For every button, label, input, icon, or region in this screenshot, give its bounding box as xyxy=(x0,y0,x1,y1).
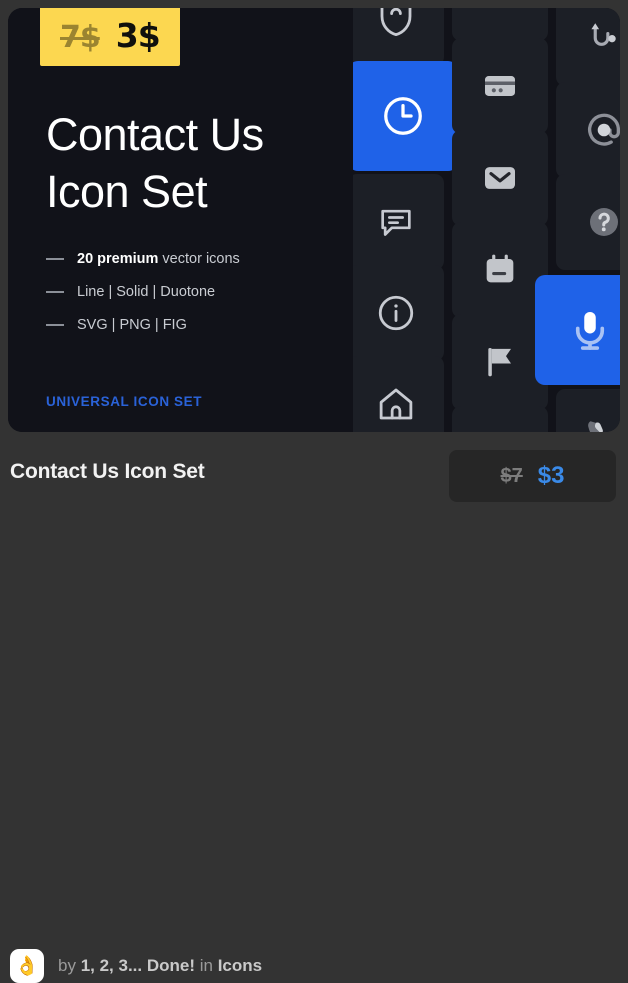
card-headline: Contact Us Icon Set xyxy=(46,106,336,220)
at-sign-icon xyxy=(588,113,620,146)
icon-tile-credit-card xyxy=(452,38,548,134)
feature-label: 20 premium vector icons xyxy=(77,251,240,267)
shield-icon xyxy=(380,8,412,37)
avatar[interactable]: 👌 xyxy=(10,949,44,983)
feature-list: 20 premium vector icons Line | Solid | Du… xyxy=(46,251,346,350)
question-mark-icon xyxy=(590,208,618,236)
icon-tile-top-partial xyxy=(452,8,548,41)
promo-old-price: 7$ xyxy=(60,20,101,55)
icon-tile-shield xyxy=(348,8,444,66)
meta-bar: Contact Us Icon Set $7 $3 👌 by 1, 2, 3..… xyxy=(0,432,628,983)
author-row: 👌 by 1, 2, 3... Done! in Icons xyxy=(10,949,262,983)
phone-icon xyxy=(588,421,603,432)
icon-tile-info xyxy=(348,265,444,361)
feature-item: Line | Solid | Duotone xyxy=(46,284,346,300)
icon-tile-bottom-partial xyxy=(452,406,548,432)
calendar-icon xyxy=(486,254,514,283)
icon-tile-envelope xyxy=(452,130,548,226)
feature-item: 20 premium vector icons xyxy=(46,251,346,267)
icon-tile-route xyxy=(556,8,620,86)
dash-icon xyxy=(46,258,64,260)
feature-item: SVG | PNG | FIG xyxy=(46,317,346,333)
envelope-icon xyxy=(485,167,515,189)
author-name[interactable]: 1, 2, 3... Done! xyxy=(81,956,195,975)
dash-icon xyxy=(46,324,64,326)
dash-icon xyxy=(46,291,64,293)
microphone-icon xyxy=(575,311,605,350)
icon-tile-microphone-highlighted[interactable] xyxy=(535,275,620,385)
feature-label: SVG | PNG | FIG xyxy=(77,317,187,333)
feature-label: Line | Solid | Duotone xyxy=(77,284,216,300)
card-tagline: UNIVERSAL ICON SET xyxy=(46,394,203,409)
credit-card-icon xyxy=(485,76,515,96)
card-headline-line-1: Icon Set xyxy=(46,166,208,218)
icon-tile-flag xyxy=(452,314,548,410)
icon-tile-phone xyxy=(556,389,620,432)
icon-grid xyxy=(348,8,620,432)
icon-tile-question-mark xyxy=(556,174,620,270)
info-circle-icon xyxy=(378,295,414,331)
info-panel: 7$ 3$ Contact Us Icon Set 20 premium vect… xyxy=(8,8,353,432)
icon-tile-home xyxy=(348,356,444,432)
icon-tile-at-sign xyxy=(556,82,620,178)
new-price: $3 xyxy=(537,462,565,489)
price-button[interactable]: $7 $3 xyxy=(449,450,616,502)
flag-icon xyxy=(488,348,511,377)
old-price: $7 xyxy=(500,464,523,487)
category-link[interactable]: Icons xyxy=(218,956,262,975)
clock-icon xyxy=(384,97,422,135)
card-headline-line-0: Contact Us xyxy=(46,109,264,160)
byline: by 1, 2, 3... Done! in Icons xyxy=(58,956,263,975)
promo-new-price: 3$ xyxy=(115,16,161,55)
product-card-screenshot: 7$ 3$ Contact Us Icon Set 20 premium vect… xyxy=(0,0,628,983)
promo-price-badge: 7$ 3$ xyxy=(40,8,180,66)
route-icon xyxy=(591,23,616,46)
icon-tile-clock-highlighted[interactable] xyxy=(348,61,458,171)
product-title[interactable]: Contact Us Icon Set xyxy=(10,460,205,484)
preview-card[interactable]: 7$ 3$ Contact Us Icon Set 20 premium vect… xyxy=(8,8,620,432)
icon-tile-calendar xyxy=(452,222,548,318)
icon-tile-chat-bubble xyxy=(348,174,444,270)
chat-bubble-icon xyxy=(381,209,411,236)
home-icon xyxy=(379,388,413,420)
